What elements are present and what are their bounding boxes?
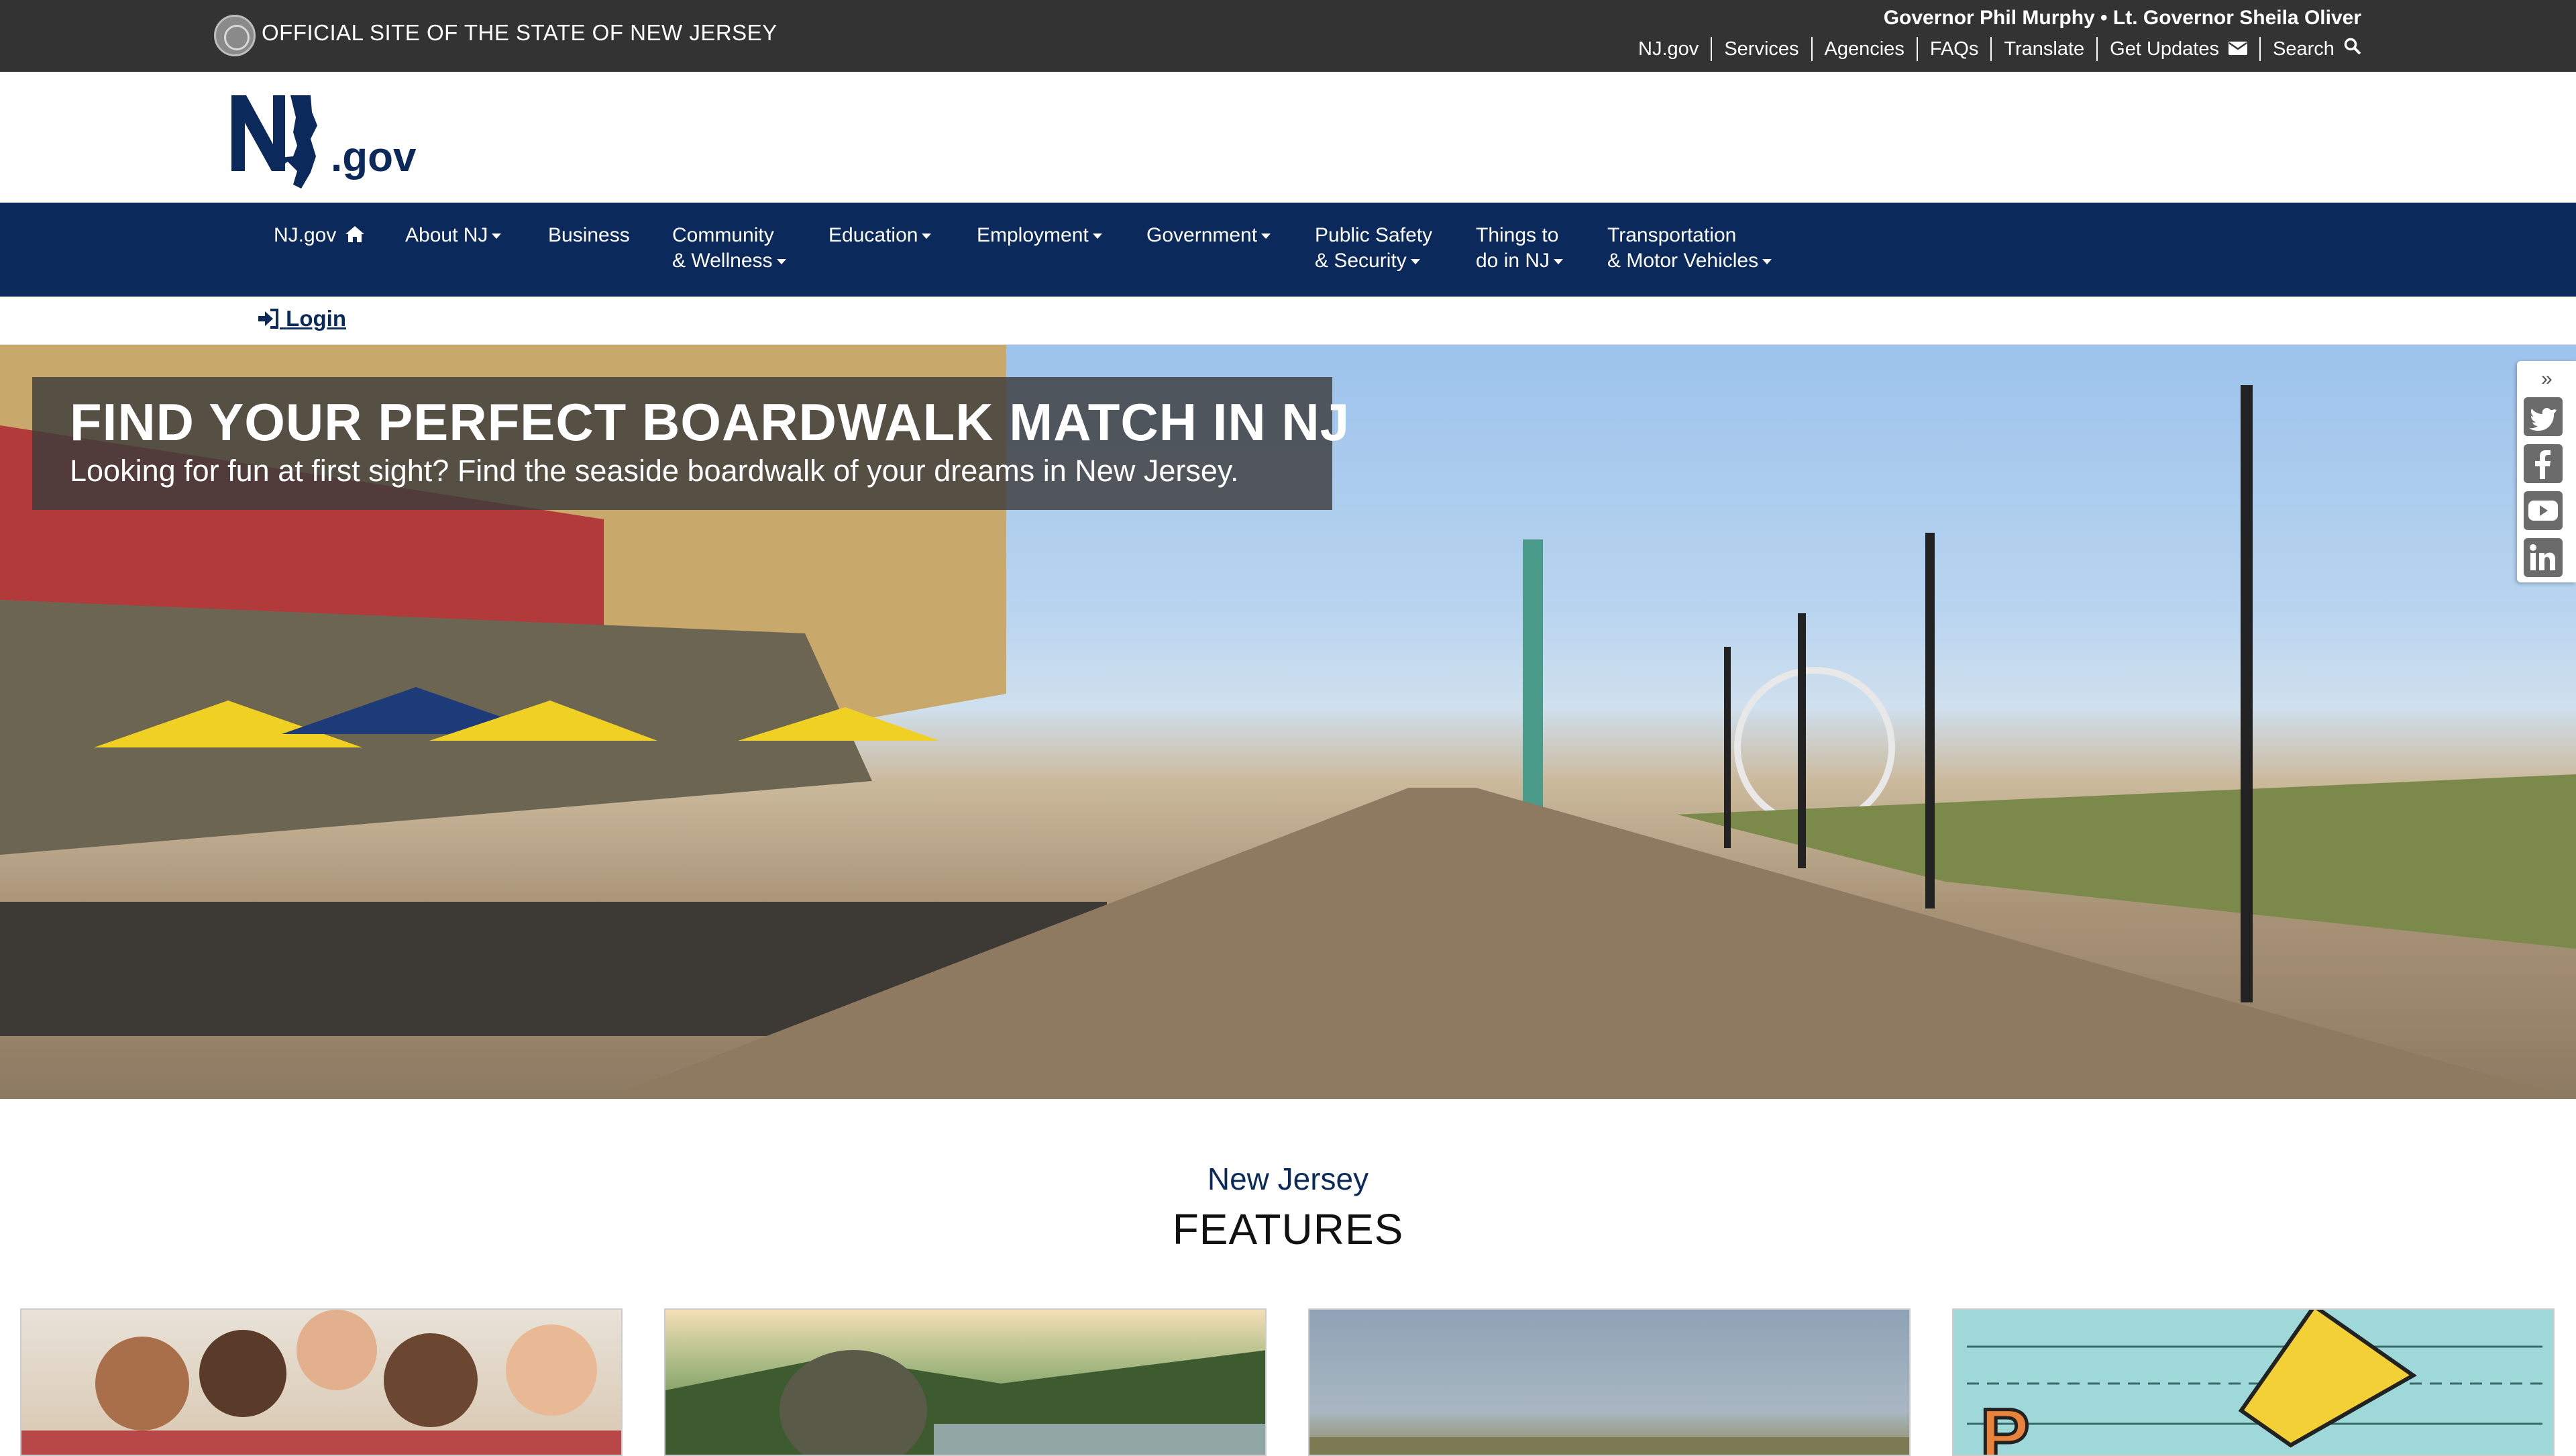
login-label: Login (286, 306, 346, 331)
nav-item-employment[interactable]: Employment (977, 223, 1102, 248)
top-links: NJ.gov Services Agencies FAQs Translate … (1626, 37, 2361, 61)
logo-area: .gov (0, 72, 2576, 203)
chevron-down-icon (1762, 259, 1772, 265)
nav-community-line2: & Wellness (672, 250, 773, 272)
nav-about-label: About NJ (405, 224, 488, 246)
logo-gov-text: .gov (331, 134, 417, 180)
feature-card-2[interactable] (664, 1308, 1267, 1456)
chevron-down-icon (1410, 259, 1420, 265)
nav-education-label: Education (828, 224, 918, 246)
feature-card-3[interactable] (1308, 1308, 1911, 1456)
social-share-sidebar: » (2517, 361, 2576, 582)
chevron-down-icon (1554, 259, 1564, 265)
top-link-services[interactable]: Services (1712, 37, 1813, 61)
get-updates-label: Get Updates (2110, 38, 2219, 60)
main-nav: NJ.gov About NJ Business Community & Wel… (0, 203, 2576, 297)
feature-card-4[interactable]: P (1952, 1308, 2555, 1456)
chevron-down-icon (1092, 233, 1102, 240)
nav-item-education[interactable]: Education (828, 223, 932, 248)
nav-item-public-safety[interactable]: Public Safety & Security (1315, 223, 1432, 274)
chevron-down-icon (922, 233, 932, 240)
search-label: Search (2273, 38, 2334, 60)
nav-item-home[interactable]: NJ.gov (274, 223, 365, 248)
chevron-down-icon (492, 233, 502, 240)
official-site-label: OFFICIAL SITE OF THE STATE OF NEW JERSEY (262, 20, 777, 45)
sign-in-icon (258, 309, 278, 329)
nav-business-label: Business (548, 224, 630, 246)
bay-photo (1309, 1437, 1909, 1455)
top-link-search[interactable]: Search (2261, 37, 2361, 61)
top-link-faqs[interactable]: FAQs (1918, 37, 1992, 61)
top-link-agencies[interactable]: Agencies (1813, 37, 1918, 61)
official-top-bar: OFFICIAL SITE OF THE STATE OF NEW JERSEY… (0, 0, 2576, 72)
nav-item-community[interactable]: Community & Wellness (672, 223, 786, 274)
hero-banner[interactable]: FIND YOUR PERFECT BOARDWALK MATCH IN NJ … (0, 345, 2576, 1099)
nav-government-label: Government (1146, 224, 1258, 246)
nav-transport-line2: & Motor Vehicles (1607, 250, 1759, 272)
search-icon (2344, 38, 2361, 55)
nav-item-about[interactable]: About NJ (405, 223, 502, 248)
pencil-it-in-graphic: P (1967, 1310, 2542, 1456)
hero-title: FIND YOUR PERFECT BOARDWALK MATCH IN NJ (70, 393, 1350, 452)
governor-label: Governor Phil Murphy • Lt. Governor Shei… (1883, 7, 2361, 29)
login-link[interactable]: Login (257, 306, 346, 331)
chevron-down-icon (1261, 233, 1271, 240)
svg-text:P: P (1980, 1394, 2029, 1456)
facebook-icon[interactable] (2524, 444, 2563, 483)
nav-item-things-to-do[interactable]: Things to do in NJ (1476, 223, 1564, 274)
njgov-logo[interactable]: .gov (231, 92, 433, 193)
nav-safety-line1: Public Safety (1315, 224, 1433, 246)
nav-employment-label: Employment (977, 224, 1089, 246)
nav-item-transportation[interactable]: Transportation & Motor Vehicles (1607, 223, 1772, 274)
envelope-icon (2229, 42, 2248, 55)
nav-things-line1: Things to (1476, 224, 1559, 246)
collapse-double-chevron-icon[interactable]: » (2541, 368, 2553, 391)
login-row: Login (0, 297, 2576, 345)
fishing-river-photo (665, 1350, 1265, 1455)
hero-subtitle: Looking for fun at first sight? Find the… (70, 454, 1239, 488)
twitter-icon[interactable] (2524, 397, 2563, 436)
home-icon (345, 226, 364, 242)
nav-community-line1: Community (672, 224, 774, 246)
children-photo (21, 1310, 621, 1455)
youtube-icon[interactable] (2524, 491, 2563, 530)
nav-transport-line1: Transportation (1607, 224, 1737, 246)
nav-home-label: NJ.gov (274, 224, 337, 246)
nav-safety-line2: & Security (1315, 250, 1407, 272)
nav-item-business[interactable]: Business (548, 223, 630, 248)
features-title: FEATURES (1172, 1205, 1404, 1253)
state-seal-icon (214, 15, 256, 56)
linkedin-icon[interactable] (2524, 538, 2563, 577)
features-kicker: New Jersey (1207, 1161, 1369, 1196)
top-link-njgov[interactable]: NJ.gov (1626, 37, 1713, 61)
feature-card-1[interactable] (20, 1308, 623, 1456)
top-link-translate[interactable]: Translate (1992, 37, 2098, 61)
nav-things-line2: do in NJ (1476, 250, 1550, 272)
nav-item-government[interactable]: Government (1146, 223, 1271, 248)
chevron-down-icon (776, 259, 786, 265)
top-link-get-updates[interactable]: Get Updates (2098, 37, 2261, 61)
